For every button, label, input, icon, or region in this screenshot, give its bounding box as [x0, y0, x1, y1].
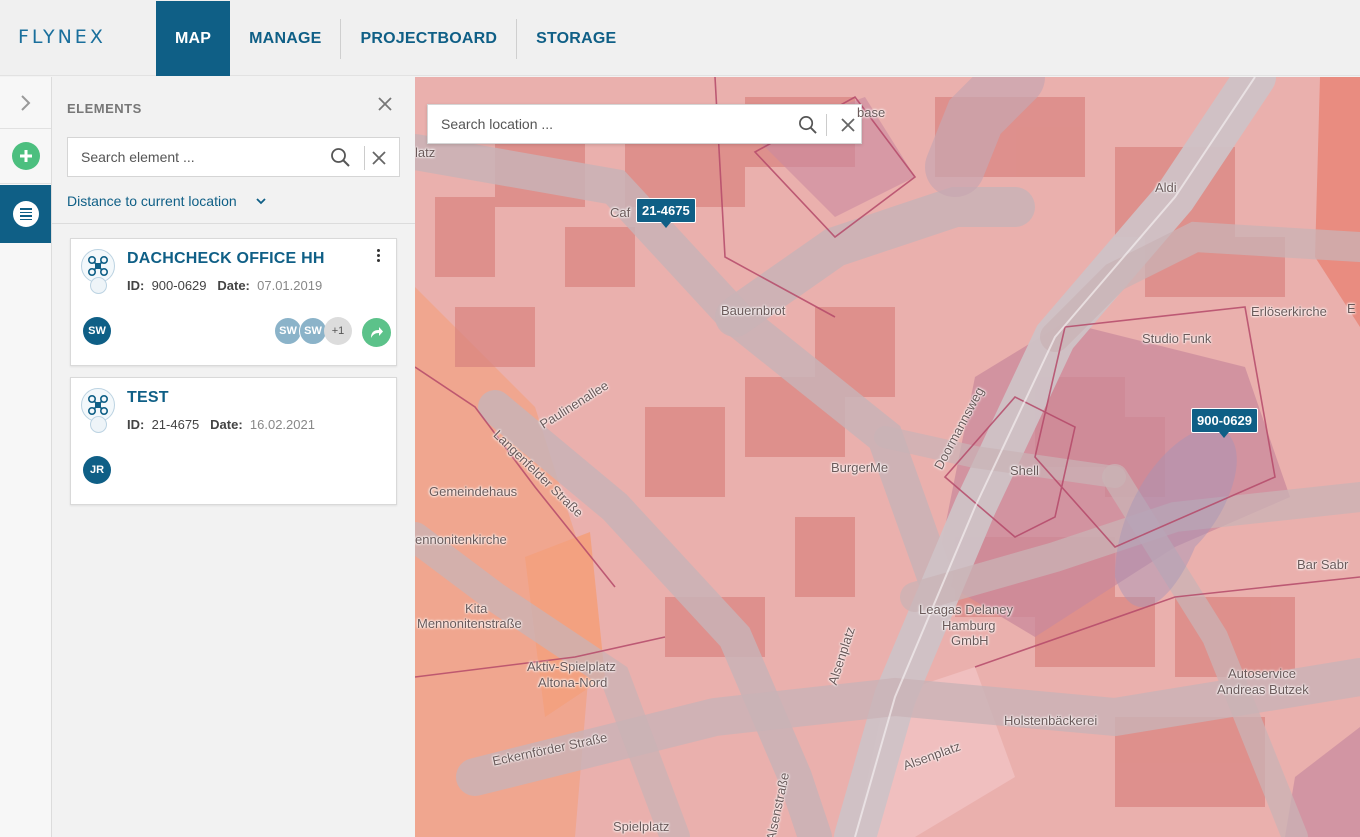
map-label: Kita	[465, 601, 488, 616]
clear-search-button[interactable]	[372, 146, 386, 170]
map-label: Bauernbrot	[721, 303, 786, 318]
close-icon	[372, 151, 386, 165]
map-label: Bar Sabr	[1297, 557, 1349, 572]
map-label: E	[1347, 301, 1356, 316]
map-label: base	[857, 105, 886, 120]
location-search-box	[427, 104, 862, 144]
map-label: Leagas Delaney	[919, 602, 1013, 617]
status-indicator	[90, 416, 107, 433]
element-date: 07.01.2019	[257, 278, 323, 293]
add-element-button[interactable]	[0, 128, 51, 184]
map-label: Spielplatz	[613, 819, 670, 834]
shared-user-avatar: SW	[274, 317, 302, 345]
element-id: 900-0629	[151, 278, 207, 293]
map-label: Studio Funk	[1142, 331, 1212, 346]
map-label: Caf	[610, 205, 631, 220]
map-label: Holstenbäckerei	[1004, 713, 1098, 728]
search-icon[interactable]	[330, 147, 350, 167]
map-label: Gemeindehaus	[429, 484, 518, 499]
nav-tab-projectboard[interactable]: PROJECTBOARD	[341, 1, 516, 76]
map-label: Shell	[1010, 463, 1039, 478]
location-search-input[interactable]	[428, 105, 778, 143]
expand-panel-button[interactable]	[0, 77, 51, 129]
sort-dropdown-label[interactable]: Distance to current location	[67, 193, 237, 209]
id-label: ID:	[127, 278, 145, 293]
close-icon	[841, 118, 855, 132]
date-label: Date:	[217, 278, 250, 293]
panel-divider	[52, 223, 415, 224]
map-label: Mennonitenstraße	[417, 616, 522, 631]
share-button[interactable]	[362, 318, 391, 347]
list-icon	[12, 201, 39, 227]
search-divider	[364, 146, 365, 170]
map-label: BurgerMe	[831, 460, 889, 475]
share-arrow-icon	[370, 327, 383, 338]
element-date: 16.02.2021	[249, 417, 315, 432]
owner-avatar: JR	[83, 456, 111, 484]
element-meta: ID: 21-4675 Date: 16.02.2021	[127, 417, 315, 432]
element-id: 21-4675	[151, 417, 200, 432]
element-search-input[interactable]	[68, 138, 323, 176]
search-divider	[826, 114, 827, 136]
map-label: Hamburg	[942, 618, 996, 633]
map-label: Aldi	[1155, 180, 1177, 195]
map-marker[interactable]: 21-4675	[636, 198, 696, 228]
search-icon[interactable]	[798, 115, 817, 134]
shared-more-count[interactable]: +1	[324, 317, 352, 345]
nav-tab-manage[interactable]: MANAGE	[230, 1, 340, 76]
close-panel-button[interactable]	[378, 95, 392, 116]
nav-tab-map[interactable]: MAP	[156, 1, 231, 76]
element-card[interactable]: DACHCHECK OFFICE HH ID: 900-0629 Date: 0…	[70, 238, 397, 366]
nav-tab-storage[interactable]: STORAGE	[517, 1, 635, 76]
owner-avatar: SW	[83, 317, 111, 345]
status-indicator	[90, 277, 107, 294]
elements-panel: ELEMENTS Distance to current location DA…	[52, 77, 415, 837]
left-rail	[0, 77, 52, 837]
chevron-down-icon	[256, 198, 266, 205]
map-label: Andreas Butzek	[1217, 682, 1309, 697]
map-label: Erlöserkirche	[1251, 304, 1327, 319]
shared-user-avatar: SW	[299, 317, 327, 345]
element-title[interactable]: DACHCHECK OFFICE HH	[127, 250, 325, 268]
top-navigation-bar: FLYNEX MAP MANAGE PROJECTBOARD STORAGE	[0, 0, 1360, 76]
main-nav: MAP MANAGE PROJECTBOARD STORAGE	[156, 1, 635, 76]
map-label: latz	[415, 145, 436, 160]
close-icon	[378, 97, 392, 111]
map-view[interactable]: base latz Caf Aldi Bauernbrot Erlöserkir…	[415, 77, 1360, 837]
map-label: Aktiv-Spielplatz	[527, 659, 616, 674]
flynex-logo[interactable]: FLYNEX	[18, 26, 106, 48]
date-label: Date:	[210, 417, 243, 432]
map-label: Altona-Nord	[538, 675, 608, 690]
map-label: GmbH	[951, 633, 989, 648]
element-meta: ID: 900-0629 Date: 07.01.2019	[127, 278, 322, 293]
element-card[interactable]: TEST ID: 21-4675 Date: 16.02.2021 JR	[70, 377, 397, 505]
panel-title: ELEMENTS	[67, 101, 142, 116]
chevron-right-icon	[20, 95, 30, 111]
elements-list-button[interactable]	[0, 185, 51, 243]
map-label: ennonitenkirche	[415, 532, 507, 547]
id-label: ID:	[127, 417, 145, 432]
plus-icon	[11, 142, 40, 170]
map-label: Autoservice	[1228, 666, 1296, 681]
sort-dropdown-button[interactable]	[255, 191, 267, 211]
map-canvas	[415, 77, 1360, 837]
element-title[interactable]: TEST	[127, 389, 169, 407]
more-options-icon[interactable]	[375, 249, 381, 262]
map-marker[interactable]: 900-0629	[1191, 408, 1258, 438]
element-search-box	[67, 137, 400, 177]
